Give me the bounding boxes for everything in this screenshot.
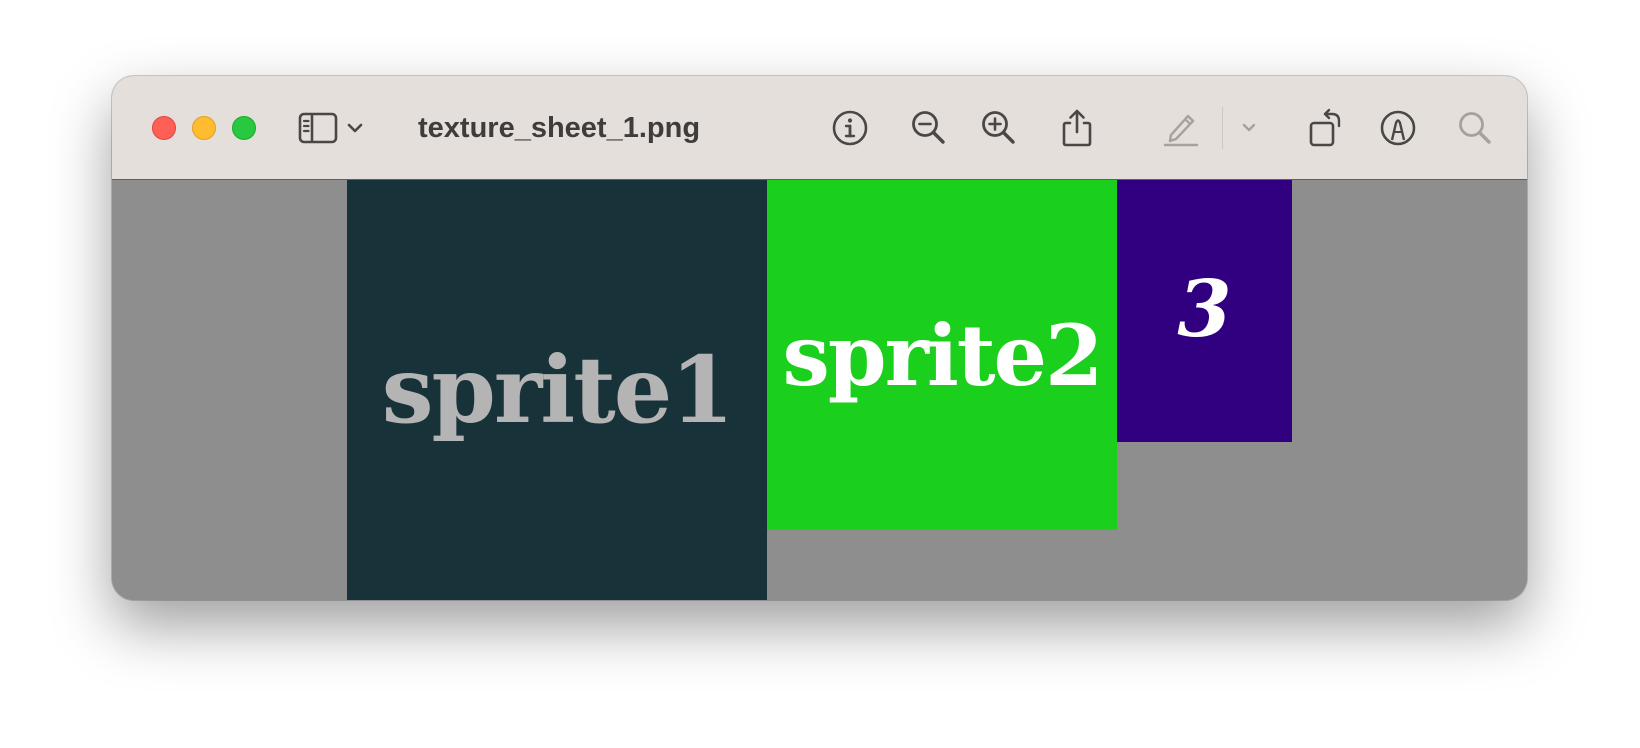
- zoom-button[interactable]: [232, 116, 256, 140]
- close-button[interactable]: [152, 116, 176, 140]
- highlighter-icon: [1161, 108, 1201, 148]
- search-button[interactable]: [1453, 106, 1497, 150]
- chevron-down-icon: [346, 122, 364, 134]
- highlight-button[interactable]: [1159, 106, 1203, 150]
- highlight-menu-button[interactable]: [1234, 106, 1264, 150]
- sidebar-menu-button[interactable]: [340, 106, 370, 150]
- search-icon: [1456, 109, 1494, 147]
- sidebar-toggle-button[interactable]: [296, 106, 340, 150]
- inspector-button[interactable]: [828, 106, 872, 150]
- rotate-button[interactable]: [1304, 106, 1348, 150]
- info-icon: [831, 109, 869, 147]
- minimize-button[interactable]: [192, 116, 216, 140]
- toolbar-separator: [1222, 107, 1223, 149]
- preview-window: texture_sheet_1.png sprite1 sprite2 3: [112, 76, 1527, 600]
- zoom-in-button[interactable]: [977, 106, 1021, 150]
- sidebar-icon: [298, 112, 338, 144]
- share-icon: [1059, 108, 1095, 148]
- document-title: texture_sheet_1.png: [418, 112, 701, 144]
- image-viewport[interactable]: sprite1 sprite2 3: [112, 180, 1527, 600]
- sprite-3-label: 3: [1177, 264, 1232, 355]
- rotate-left-icon: [1307, 108, 1345, 148]
- sprite-1-label: sprite1: [381, 336, 735, 444]
- share-button[interactable]: [1055, 106, 1099, 150]
- sprite-2-label: sprite2: [782, 305, 1104, 405]
- markup-icon: [1379, 109, 1417, 147]
- sprite-3-tile: 3: [1117, 180, 1292, 442]
- markup-button[interactable]: [1376, 106, 1420, 150]
- zoom-out-icon: [910, 109, 948, 147]
- zoom-in-icon: [980, 109, 1018, 147]
- sprite-2-tile: sprite2: [767, 180, 1117, 530]
- sprite-1-tile: sprite1: [347, 180, 767, 600]
- title-bar: texture_sheet_1.png: [112, 76, 1527, 180]
- zoom-out-button[interactable]: [907, 106, 951, 150]
- chevron-down-icon: [1241, 122, 1257, 134]
